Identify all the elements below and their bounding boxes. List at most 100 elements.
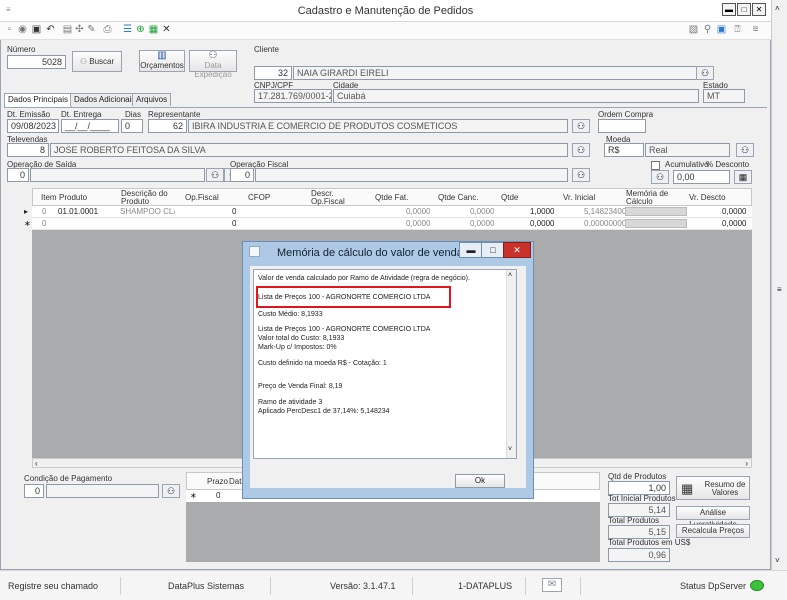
operacao-fiscal-code-field[interactable]: 0 [230, 168, 254, 182]
minimize-icon[interactable]: ▬ [722, 3, 736, 16]
dias-label: Dias [125, 110, 142, 119]
cell-opfiscal[interactable]: 0 [232, 219, 236, 228]
cell-qtde[interactable]: 1,0000 [530, 207, 554, 216]
cell-qtde[interactable]: 0,0000 [530, 219, 554, 228]
col-descr-opfiscal[interactable]: Descr. Op.Fiscal [311, 190, 361, 206]
calculation-memo[interactable]: Valor de venda calculado por Ramo de Ati… [253, 269, 517, 459]
cliente-search-icon[interactable]: ⚇ [696, 66, 714, 80]
ok-button[interactable]: Ok [455, 474, 505, 488]
scroll-right-icon[interactable]: › [745, 459, 748, 468]
analise-lucratividade-button[interactable]: Análise Lucratividade [676, 506, 750, 529]
cell-item: 0 [42, 219, 47, 228]
search-icon[interactable]: ⚲ [702, 24, 713, 35]
confirm-icon[interactable]: ⊕ [135, 24, 146, 35]
refresh-icon[interactable]: ◉ [17, 24, 28, 35]
acumulativo-checkbox[interactable] [651, 161, 660, 170]
cell-produto[interactable]: 01.01.0001 [58, 207, 98, 216]
televendas-search-icon[interactable]: ⚇ [572, 143, 590, 157]
operacao-fiscal-search-icon[interactable]: ⚇ [572, 168, 590, 182]
ordem-compra-label: Ordem Compra [598, 110, 654, 119]
edit-icon[interactable]: ✎ [86, 24, 97, 35]
operacao-saida-code-field[interactable]: 0 [7, 168, 29, 182]
calculator-icon[interactable]: ▦ [734, 170, 752, 184]
tab-arquivos[interactable]: Arquivos [132, 93, 172, 106]
col-vr-descto[interactable]: Vr. Descto [689, 194, 726, 202]
cell-vr-descto[interactable]: 0,0000 [722, 219, 746, 228]
scroll-left-icon[interactable]: ‹ [35, 459, 38, 468]
close-icon[interactable]: ✕ [752, 3, 766, 16]
scroll-down-icon[interactable]: ˅ [508, 446, 512, 453]
calc-icon[interactable]: ▦ [148, 24, 159, 35]
buscar-button[interactable]: ⚇ Buscar [72, 51, 122, 72]
ordem-compra-field[interactable] [598, 119, 646, 133]
undo-icon[interactable]: ↶ [45, 24, 56, 35]
condicao-search-icon[interactable]: ⚇ [162, 484, 180, 498]
recalcula-precos-button[interactable]: Recalcula Preços [676, 524, 750, 538]
data-expedicao-button[interactable]: ⚇ Data Expedição [189, 50, 237, 79]
televendas-code-field[interactable]: 8 [7, 143, 49, 157]
scroll-grip-icon[interactable]: ≡ [777, 285, 782, 294]
tab-dados-principais[interactable]: Dados Principais [4, 93, 73, 107]
dialog-close-icon[interactable]: ✕ [503, 242, 531, 258]
cliente-code-field[interactable]: 32 [254, 66, 292, 80]
save-icon[interactable]: ▣ [31, 24, 42, 35]
col-produto[interactable]: Produto [59, 194, 87, 202]
col-vr-inicial[interactable]: Vr. Inicial [563, 194, 595, 202]
memo-scrollbar[interactable]: ˄ ˅ [506, 270, 516, 458]
delete-icon[interactable]: ✕ [161, 24, 172, 35]
operacao-saida-search-icon[interactable]: ⚇ [206, 168, 224, 182]
representante-search-icon[interactable]: ⚇ [572, 119, 590, 133]
col-cfop[interactable]: CFOP [248, 194, 270, 202]
list-icon[interactable]: ☰ [122, 24, 133, 35]
operacao-fiscal-name-field [255, 168, 568, 182]
cell-opfiscal[interactable]: 0 [232, 207, 236, 216]
menu-icon[interactable]: ≡ [750, 24, 761, 35]
cidade-field: Cuiabá [333, 89, 699, 103]
dt-emissao-field[interactable]: 09/08/2023 [7, 119, 59, 133]
col-qtde-fat[interactable]: Qtde Fat. [375, 194, 408, 202]
moeda-search-icon[interactable]: ⚇ [736, 143, 754, 157]
window-vertical-scrollbar[interactable]: ˄ ≡ ˅ [771, 0, 787, 570]
col-opfiscal[interactable]: Op.Fiscal [185, 194, 219, 202]
scroll-down-icon[interactable]: ˅ [775, 556, 780, 565]
dialog-minimize-icon[interactable]: ▬ [459, 242, 483, 258]
dt-entrega-field[interactable]: __/__/____ [61, 119, 119, 133]
new-icon[interactable]: ▫ [4, 24, 15, 35]
col-qtde[interactable]: Qtde [501, 194, 518, 202]
col-descricao[interactable]: Descrição do Produto [121, 190, 171, 206]
cell-memoria-calculo[interactable] [625, 207, 687, 216]
col-item[interactable]: Item [41, 194, 57, 202]
desconto-field[interactable]: 0,00 [673, 170, 730, 184]
dialog-maximize-icon[interactable]: □ [481, 242, 505, 258]
cell-prazo[interactable]: 0 [216, 491, 220, 500]
chamado-link[interactable]: Registre seu chamado [8, 581, 98, 591]
dias-field[interactable]: 0 [121, 119, 143, 133]
status-separator [270, 577, 271, 595]
mail-icon[interactable]: ✉ [542, 578, 562, 592]
help-icon[interactable]: ⍰ [732, 24, 743, 35]
resumo-valores-button[interactable]: ▦ Resumo de Valores [676, 476, 750, 500]
numero-field[interactable]: 5028 [7, 55, 66, 69]
tools-icon[interactable]: ✣ [74, 24, 85, 35]
cell-memoria-calculo[interactable] [625, 219, 687, 228]
table-row[interactable]: ∗ 0 0 0,0000 0,0000 0,0000 0,00000000 0,… [24, 218, 752, 230]
orcamentos-button[interactable]: ▥ Orçamentos [139, 50, 185, 72]
scroll-up-icon[interactable]: ˄ [508, 272, 512, 279]
moeda-code-field[interactable]: R$ [604, 143, 644, 157]
copy-icon[interactable]: ▤ [62, 24, 73, 35]
table-row[interactable]: ▸ 0 01.01.0001 SHAMPOO CLA... 0 0,0000 0… [24, 206, 752, 218]
tab-dados-adicionais[interactable]: Dados Adicionais [70, 93, 140, 106]
col-prazo[interactable]: Prazo [207, 478, 228, 486]
desconto-search-icon[interactable]: ⚇ [651, 170, 669, 184]
representante-code-field[interactable]: 62 [148, 119, 187, 133]
cell-vr-descto[interactable]: 0,0000 [722, 207, 746, 216]
maximize-icon[interactable]: □ [737, 3, 751, 16]
print-icon[interactable]: ⎙ [102, 24, 113, 35]
filter-icon[interactable]: ▣ [716, 24, 727, 35]
scroll-up-icon[interactable]: ˄ [775, 4, 780, 13]
col-qtde-canc[interactable]: Qtde Canc. [438, 194, 478, 202]
status-separator [525, 577, 526, 595]
col-memoria-calculo[interactable]: Memória de Cálculo [626, 190, 672, 206]
condicao-code-field[interactable]: 0 [24, 484, 44, 498]
report-icon[interactable]: ▧ [688, 24, 699, 35]
